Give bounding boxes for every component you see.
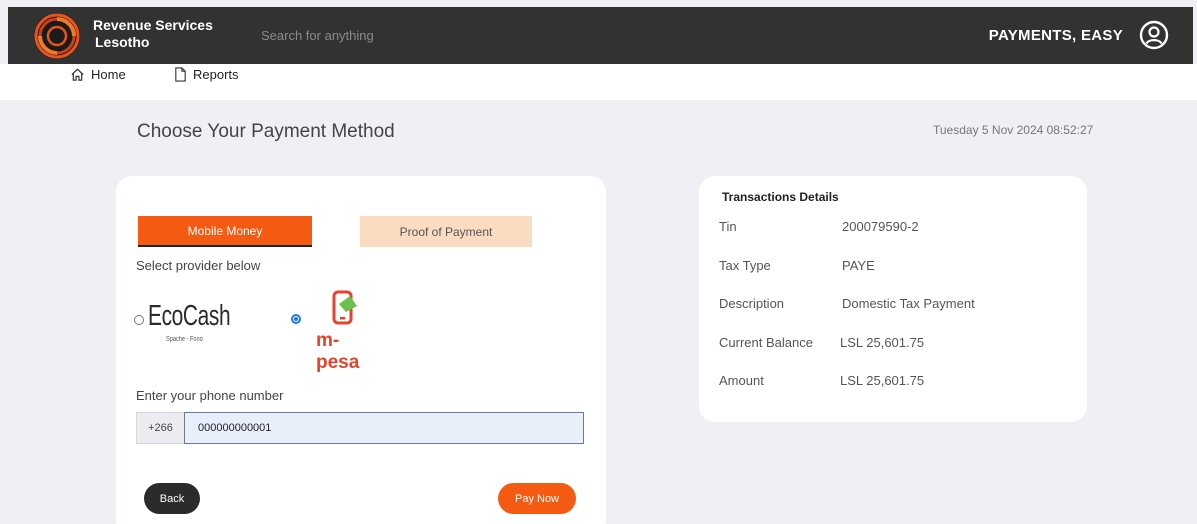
description-value: Domestic Tax Payment <box>842 296 975 311</box>
back-button[interactable]: Back <box>144 483 200 514</box>
nav-item-home[interactable]: Home <box>70 67 126 82</box>
provider-prompt: Select provider below <box>136 258 261 273</box>
tab-proof-of-payment[interactable]: Proof of Payment <box>360 216 532 247</box>
transaction-details-title: Transactions Details <box>722 190 839 204</box>
tin-label: Tin <box>719 219 737 234</box>
tagline: PAYMENTS, EASY <box>988 27 1123 44</box>
phone-label: Enter your phone number <box>136 388 284 403</box>
phone-field-group: +266 <box>136 412 584 444</box>
description-label: Description <box>719 296 785 311</box>
ecocash-name: EcoCash <box>148 300 231 332</box>
ecocash-logo[interactable]: EcoCash Spache - Fono <box>144 280 231 358</box>
transaction-details-card: Transactions Details Tin 200079590-2 Tax… <box>699 176 1087 422</box>
tax-type-label: Tax Type <box>719 258 771 273</box>
amount-value: LSL 25,601.75 <box>840 373 925 388</box>
tin-value: 200079590-2 <box>842 219 919 234</box>
page-title: Choose Your Payment Method <box>137 121 395 142</box>
mpesa-name: m-pesa <box>316 330 360 373</box>
mpesa-phone-icon <box>332 290 357 325</box>
brand-name: Revenue Services Lesotho <box>93 17 213 51</box>
nav-item-reports[interactable]: Reports <box>174 67 239 82</box>
nav-bar: Home Reports <box>0 64 1197 100</box>
payment-method-card: Mobile Money Proof of Payment Select pro… <box>116 176 606 524</box>
nav-reports-label: Reports <box>193 67 239 82</box>
ecocash-tagline: Spache - Fono <box>166 336 203 343</box>
brand-line-1: Revenue Services <box>93 17 213 33</box>
user-circle-icon[interactable] <box>1139 20 1169 50</box>
tax-type-value: PAYE <box>842 258 875 273</box>
home-icon <box>71 68 84 81</box>
phone-number-input[interactable] <box>184 412 584 444</box>
country-code: +266 <box>136 412 184 444</box>
current-balance-value: LSL 25,601.75 <box>840 335 925 350</box>
current-balance-label: Current Balance <box>719 335 813 350</box>
search-input[interactable]: Search for anything <box>261 28 374 43</box>
document-icon <box>175 67 186 82</box>
amount-label: Amount <box>719 373 764 388</box>
current-datetime: Tuesday 5 Nov 2024 08:52:27 <box>933 123 1094 137</box>
nav-home-label: Home <box>91 67 126 82</box>
top-header: Revenue Services Lesotho Search for anyt… <box>8 7 1193 64</box>
rsl-logo[interactable] <box>34 13 80 59</box>
pay-now-button[interactable]: Pay Now <box>498 483 576 514</box>
tab-mobile-money[interactable]: Mobile Money <box>138 216 312 247</box>
brand-line-2: Lesotho <box>95 34 150 50</box>
ecocash-radio[interactable] <box>134 315 144 325</box>
mpesa-radio[interactable] <box>291 314 301 324</box>
